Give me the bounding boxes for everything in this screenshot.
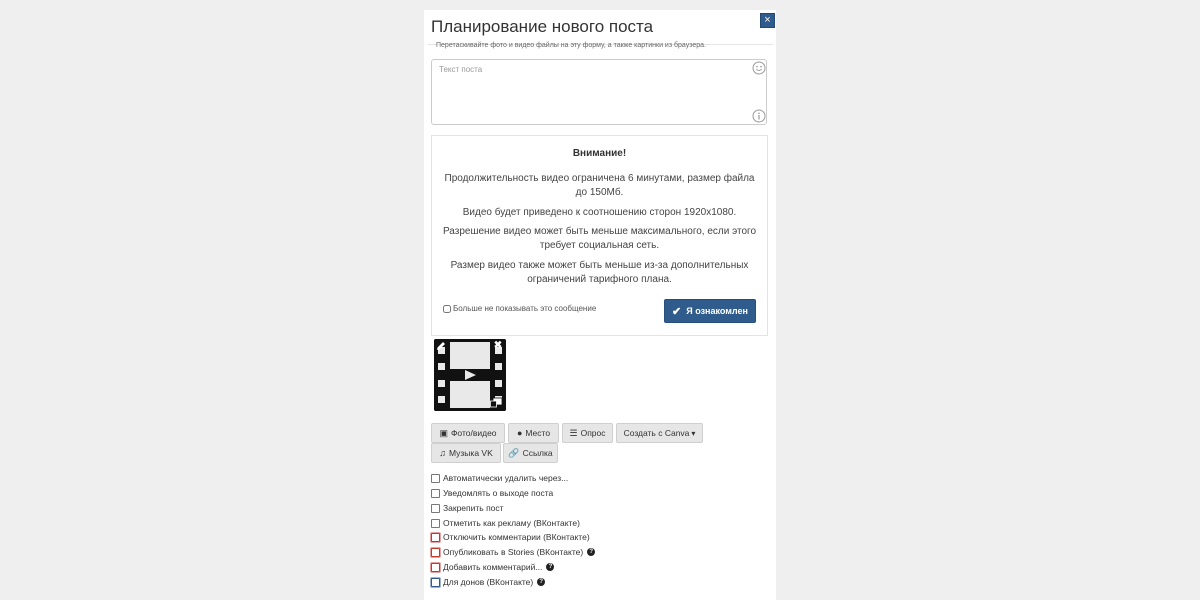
dialog-title: Планирование нового поста: [431, 17, 654, 36]
notice-paragraph: Продолжительность видео ограничена 6 мин…: [444, 173, 755, 198]
photo-video-label: Фото/видео: [450, 428, 497, 438]
option-notify-publish[interactable]: Уведомлять о выходе поста: [431, 488, 553, 498]
option-label: Добавить комментарий...: [443, 562, 543, 572]
link-icon: 🔗: [508, 447, 520, 458]
notice-title: Внимание!: [572, 148, 627, 159]
option-publish-stories[interactable]: Опубликовать в Stories (ВКонтакте) ?: [431, 547, 596, 557]
option-label: Отметить как рекламу (ВКонтакте): [443, 518, 580, 528]
caret-down-icon: ▾: [691, 428, 696, 438]
music-icon: ♫: [439, 448, 446, 458]
drag-drop-hint: Перетаскивайте фото и видео файлы на эту…: [436, 42, 706, 49]
post-text-input[interactable]: [431, 59, 767, 125]
check-icon: ✔: [672, 305, 682, 318]
dont-show-again-label: Больше не показывать это сообщение: [453, 304, 597, 313]
question-icon[interactable]: ?: [537, 578, 546, 586]
pencil-icon[interactable]: [436, 341, 446, 351]
checkbox[interactable]: [431, 473, 440, 483]
option-for-donors[interactable]: Для донов (ВКонтакте) ?: [431, 577, 546, 587]
canva-dropdown-button[interactable]: Создать с Canva ▾: [616, 423, 703, 443]
info-icon[interactable]: [752, 109, 766, 123]
notice-paragraph: Разрешение видео может быть меньше макси…: [442, 226, 757, 251]
link-button[interactable]: 🔗 Ссылка: [503, 443, 558, 463]
list-icon: ☰: [569, 427, 578, 438]
place-button[interactable]: ● Место: [508, 423, 559, 443]
checkbox[interactable]: [431, 532, 440, 542]
close-button[interactable]: ×: [760, 13, 775, 28]
question-icon[interactable]: ?: [546, 563, 555, 571]
acknowledge-label: Я ознакомлен: [686, 306, 748, 316]
notice-paragraph: Видео будет приведено к соотношению стор…: [462, 207, 737, 218]
close-icon: ×: [764, 14, 771, 26]
checkbox[interactable]: [431, 562, 440, 572]
option-disable-comments[interactable]: Отключить комментарии (ВКонтакте): [431, 532, 590, 542]
option-label: Автоматически удалить через...: [443, 473, 569, 483]
music-vk-button[interactable]: ♫ Музыка VK: [431, 443, 501, 463]
checkbox[interactable]: [431, 488, 440, 498]
poll-label: Опрос: [580, 428, 606, 438]
emoji-icon[interactable]: [752, 61, 766, 75]
link-label: Ссылка: [522, 448, 553, 458]
acknowledge-button[interactable]: ✔ Я ознакомлен: [664, 299, 756, 323]
map-marker-icon: ●: [516, 428, 523, 438]
option-label: Уведомлять о выходе поста: [443, 488, 554, 498]
option-label: Отключить комментарии (ВКонтакте): [443, 532, 590, 542]
option-auto-delete[interactable]: Автоматически удалить через...: [431, 473, 568, 483]
checkbox[interactable]: [431, 547, 440, 557]
option-label: Закрепить пост: [443, 503, 504, 513]
image-edit-icon[interactable]: [490, 397, 503, 408]
photo-video-button[interactable]: ▣ Фото/видео: [431, 423, 505, 443]
notice-paragraph: Размер видео также может быть меньше из-…: [450, 260, 749, 285]
option-mark-ad[interactable]: Отметить как рекламу (ВКонтакте): [431, 518, 580, 528]
image-icon: ▣: [439, 427, 448, 438]
option-pin-post[interactable]: Закрепить пост: [431, 503, 504, 513]
poll-button[interactable]: ☰ Опрос: [562, 423, 613, 443]
place-label: Место: [525, 428, 551, 438]
dont-show-again-checkbox[interactable]: Больше не показывать это сообщение: [443, 304, 596, 313]
option-label: Для донов (ВКонтакте): [443, 577, 534, 587]
option-label: Опубликовать в Stories (ВКонтакте): [443, 547, 584, 557]
option-add-comment[interactable]: Добавить комментарий... ?: [431, 562, 555, 572]
music-vk-label: Музыка VK: [448, 448, 493, 458]
dont-show-again-box[interactable]: [443, 304, 451, 313]
remove-media-icon[interactable]: ✖: [493, 341, 503, 351]
checkbox[interactable]: [431, 577, 440, 587]
checkbox[interactable]: [431, 503, 440, 513]
checkbox[interactable]: [431, 518, 440, 528]
canva-label: Создать с Canva: [623, 428, 690, 438]
question-icon[interactable]: ?: [587, 548, 596, 556]
